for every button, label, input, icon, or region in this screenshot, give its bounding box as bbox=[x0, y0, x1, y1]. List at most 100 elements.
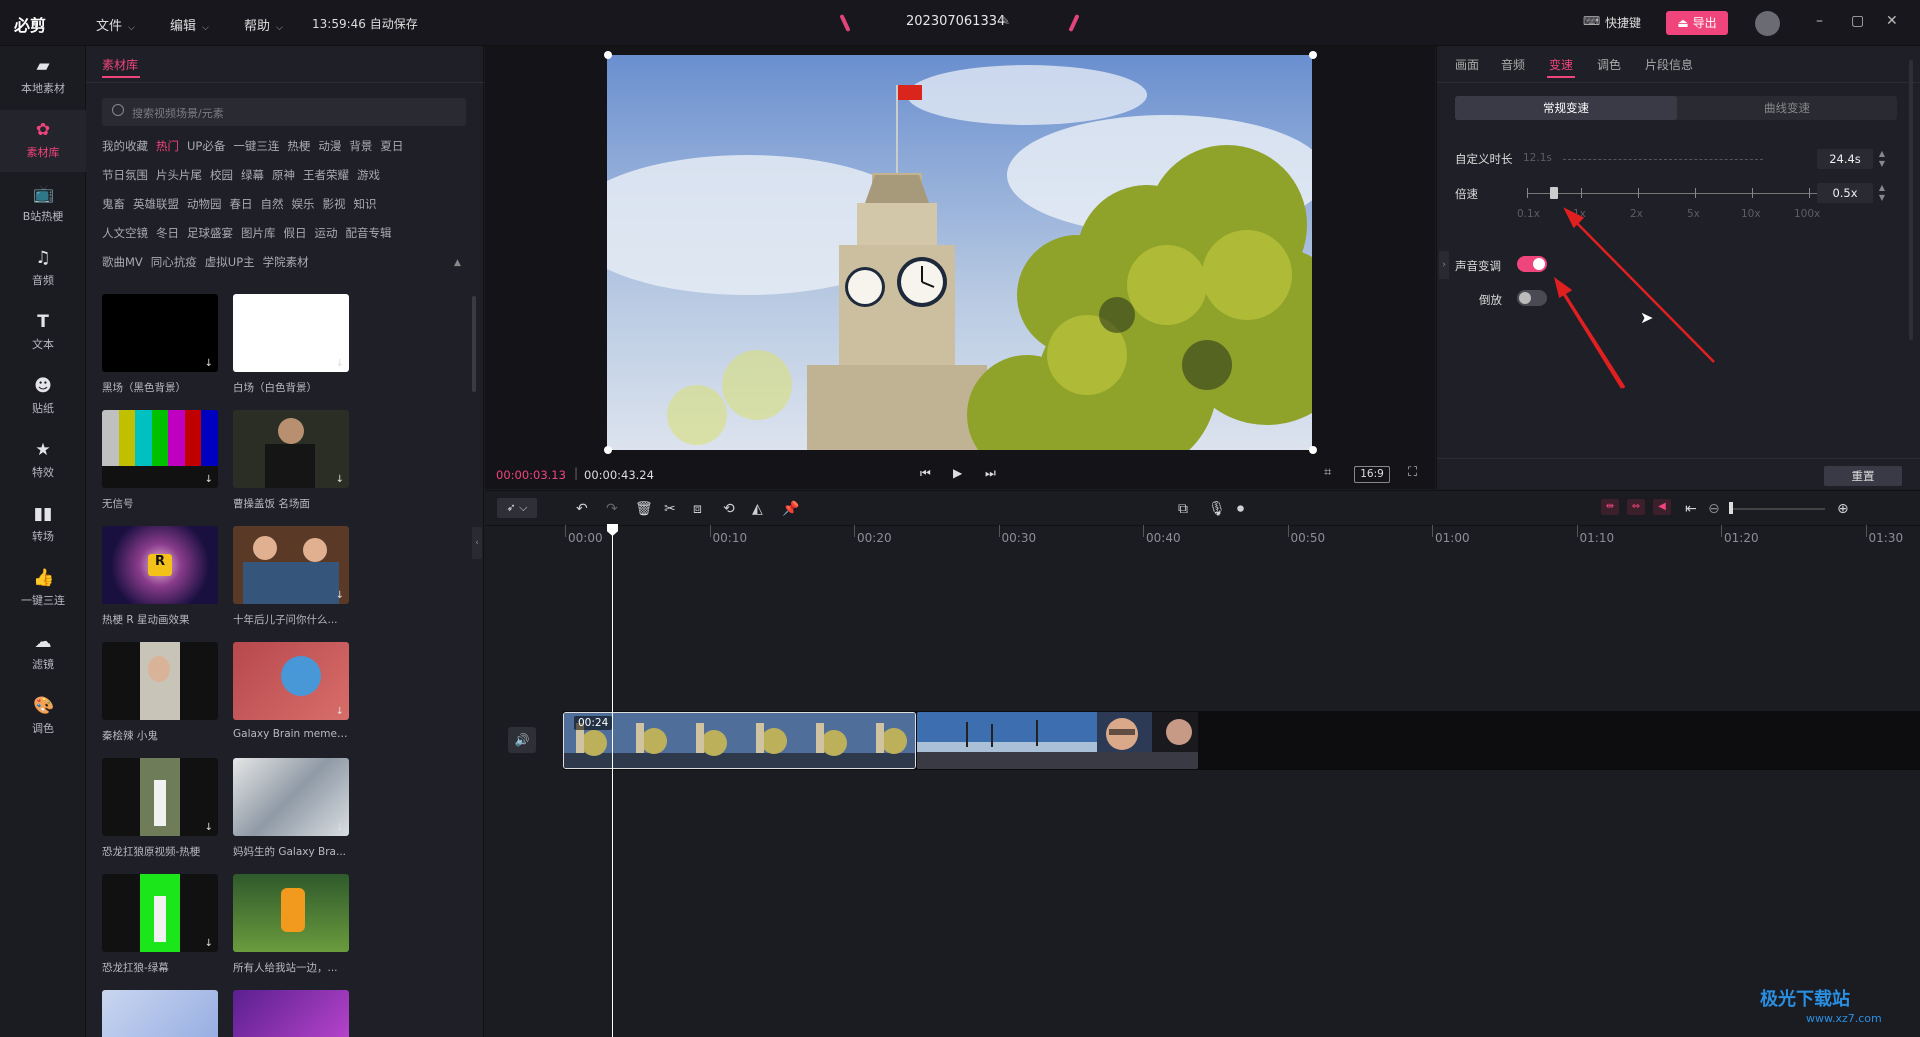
material-card[interactable] bbox=[102, 990, 218, 1037]
category-tag[interactable]: 娱乐 bbox=[292, 196, 315, 212]
download-icon[interactable]: ↓ bbox=[205, 938, 213, 949]
download-icon[interactable]: ↓ bbox=[205, 474, 213, 485]
camera-icon[interactable]: ⏺ bbox=[1237, 501, 1244, 517]
category-tag[interactable]: 足球盛宴 bbox=[187, 225, 233, 241]
material-card[interactable]: ↓ 黑场（黑色背景） bbox=[102, 294, 218, 395]
speed-value[interactable]: 0.5x bbox=[1817, 183, 1873, 203]
selected-video-clip[interactable] bbox=[563, 712, 916, 769]
category-tag[interactable]: 动漫 bbox=[318, 138, 341, 154]
mode-regular-button[interactable]: 常规变速 bbox=[1455, 96, 1677, 120]
category-tag[interactable]: 动物园 bbox=[187, 196, 222, 212]
category-tag[interactable]: 人文空镜 bbox=[102, 225, 148, 241]
menu-help[interactable]: 帮助 ⌵ bbox=[244, 15, 283, 34]
close-icon[interactable]: ✕ bbox=[1886, 13, 1898, 29]
category-tag[interactable]: 我的收藏 bbox=[102, 138, 148, 154]
rail-text[interactable]: T 文本 bbox=[0, 302, 86, 364]
zoom-in-icon[interactable]: ⊕ bbox=[1837, 501, 1849, 517]
category-tag[interactable]: 春日 bbox=[230, 196, 253, 212]
category-tag[interactable]: UP必备 bbox=[187, 138, 225, 154]
rail-filter[interactable]: ☁ 滤镜 bbox=[0, 622, 86, 684]
tab-color[interactable]: 调色 bbox=[1597, 56, 1621, 73]
category-tag[interactable]: 王者荣耀 bbox=[303, 167, 349, 183]
rail-effects[interactable]: ★ 特效 bbox=[0, 430, 86, 492]
video-preview[interactable] bbox=[607, 55, 1312, 450]
category-tag[interactable]: 鬼畜 bbox=[102, 196, 125, 212]
rail-bilibili-memes[interactable]: 📺 B站热梗 bbox=[0, 174, 86, 236]
snap-icon[interactable]: ⇹ bbox=[1601, 499, 1619, 515]
tab-picture[interactable]: 画面 bbox=[1455, 56, 1479, 73]
rail-sticker[interactable]: ☻ 贴纸 bbox=[0, 366, 86, 428]
rail-triple[interactable]: 👍 一键三连 bbox=[0, 558, 86, 620]
microphone-icon[interactable]: 🎙 bbox=[1208, 501, 1226, 517]
zoom-slider[interactable] bbox=[1730, 508, 1825, 510]
library-scrollbar[interactable] bbox=[472, 296, 476, 392]
reset-button[interactable]: 重置 bbox=[1824, 466, 1902, 486]
crop-handle-top-left[interactable] bbox=[604, 51, 612, 59]
library-tab[interactable]: 素材库 bbox=[102, 56, 138, 73]
link-icon[interactable]: ⇔ bbox=[1627, 499, 1645, 515]
undo-icon[interactable]: ↶ bbox=[576, 501, 588, 517]
material-card[interactable]: ↓ Galaxy Brain meme ... bbox=[233, 642, 349, 740]
category-tag[interactable]: 背景 bbox=[349, 138, 372, 154]
category-tag[interactable]: 假日 bbox=[284, 225, 307, 241]
category-tag[interactable]: 知识 bbox=[354, 196, 377, 212]
tab-audio[interactable]: 音频 bbox=[1501, 56, 1525, 73]
aspect-ratio-button[interactable]: 16:9 bbox=[1354, 466, 1390, 483]
minimize-icon[interactable]: – bbox=[1816, 13, 1823, 29]
download-icon[interactable]: ↓ bbox=[205, 822, 213, 833]
menu-edit[interactable]: 编辑 ⌵ bbox=[170, 15, 209, 34]
category-tag[interactable]: 图片库 bbox=[241, 225, 276, 241]
duration-stepper[interactable]: ▲ ▼ bbox=[1877, 149, 1887, 169]
category-tag[interactable]: 运动 bbox=[315, 225, 338, 241]
download-icon[interactable]: ↓ bbox=[336, 474, 344, 485]
rail-library[interactable]: ✿ 素材库 bbox=[0, 110, 86, 172]
crop-icon[interactable]: ⌗ bbox=[1324, 465, 1331, 480]
category-tag[interactable]: 一键三连 bbox=[233, 138, 279, 154]
category-tag[interactable]: 影视 bbox=[323, 196, 346, 212]
export-button[interactable]: ⏏ 导出 bbox=[1666, 11, 1728, 35]
material-card[interactable]: ↓ 白场（白色背景） bbox=[233, 294, 349, 395]
category-tag[interactable]: 节日氛围 bbox=[102, 167, 148, 183]
category-tag[interactable]: 游戏 bbox=[357, 167, 380, 183]
cut-icon[interactable]: ✂ bbox=[664, 501, 676, 517]
text-recognize-icon[interactable]: ⧉ bbox=[1178, 501, 1188, 517]
download-icon[interactable]: ↓ bbox=[336, 706, 344, 717]
fullscreen-icon[interactable]: ⛶ bbox=[1408, 465, 1417, 480]
play-icon[interactable]: ▶ bbox=[953, 466, 962, 480]
category-tag[interactable]: 歌曲MV bbox=[102, 254, 143, 270]
download-icon[interactable]: ↓ bbox=[336, 358, 344, 369]
material-card[interactable]: ↓ 妈妈生的 Galaxy Bra... bbox=[233, 758, 349, 859]
custom-duration-slider[interactable] bbox=[1563, 159, 1763, 160]
category-tag[interactable]: 英雄联盟 bbox=[133, 196, 179, 212]
pin-icon[interactable]: 📌 bbox=[782, 501, 799, 517]
mirror-icon[interactable]: ◭ bbox=[752, 501, 763, 517]
download-icon[interactable]: ↓ bbox=[336, 590, 344, 601]
material-card[interactable]: R 热梗 R 星动画效果 bbox=[102, 526, 218, 627]
crop-handle-bottom-left[interactable] bbox=[604, 446, 612, 454]
category-tag[interactable]: 配音专辑 bbox=[346, 225, 392, 241]
collapse-tags-icon[interactable]: ▲ bbox=[454, 258, 461, 268]
video-clip[interactable] bbox=[917, 712, 1198, 769]
rail-transition[interactable]: ▮▮ 转场 bbox=[0, 494, 86, 556]
category-tag[interactable]: 自然 bbox=[261, 196, 284, 212]
crop-handle-bottom-right[interactable] bbox=[1309, 446, 1317, 454]
category-tag[interactable]: 热梗 bbox=[287, 138, 310, 154]
material-card[interactable]: ↓ 曹操盖饭 名场面 bbox=[233, 410, 349, 511]
crop-handle-top-right[interactable] bbox=[1309, 51, 1317, 59]
category-tag[interactable]: 片头片尾 bbox=[156, 167, 202, 183]
panel-collapse-handle[interactable]: ‹ bbox=[472, 527, 482, 559]
category-tag[interactable]: 夏日 bbox=[380, 138, 403, 154]
custom-duration-value[interactable]: 24.4s bbox=[1817, 149, 1873, 169]
split-icon[interactable]: ⧈ bbox=[693, 501, 702, 517]
download-icon[interactable]: ↓ bbox=[205, 358, 213, 369]
props-scrollbar[interactable] bbox=[1909, 60, 1913, 340]
category-tag[interactable]: 原神 bbox=[272, 167, 295, 183]
material-card[interactable]: 秦桧辣 小鬼 bbox=[102, 642, 218, 743]
project-name[interactable]: 202307061334 bbox=[906, 14, 1005, 29]
category-tag[interactable]: 学院素材 bbox=[263, 254, 309, 270]
category-tag[interactable]: 绿幕 bbox=[241, 167, 264, 183]
shortcut-button[interactable]: 快捷键 bbox=[1605, 14, 1641, 31]
audio-mute-icon[interactable]: ◀ bbox=[1653, 499, 1671, 515]
rail-audio[interactable]: ♫ 音频 bbox=[0, 238, 86, 300]
zoom-out-icon[interactable]: ⊖ bbox=[1708, 501, 1720, 517]
